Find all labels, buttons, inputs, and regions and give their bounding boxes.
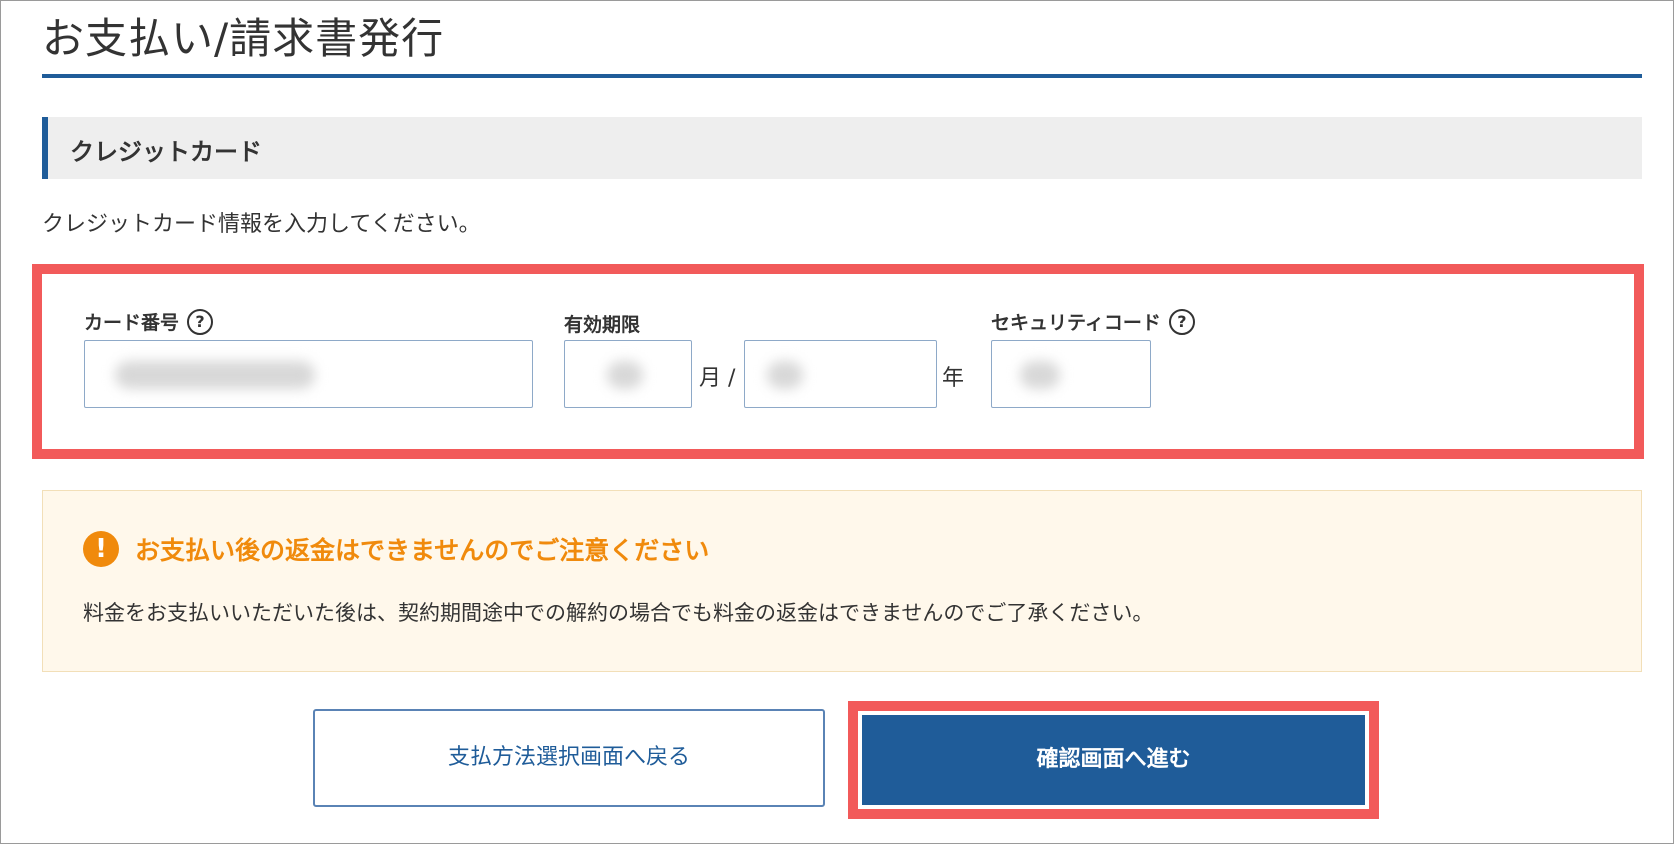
redacted-value: [607, 361, 643, 389]
security-code-input[interactable]: [991, 340, 1151, 408]
back-button[interactable]: 支払方法選択画面へ戻る: [313, 709, 825, 807]
redacted-value: [115, 361, 315, 389]
redacted-value: [767, 361, 803, 389]
card-number-input[interactable]: [84, 340, 533, 408]
security-code-label: セキュリティコード ?: [991, 308, 1195, 335]
month-unit: 月 /: [699, 366, 736, 391]
redacted-value: [1020, 361, 1060, 389]
expiry-label-text: 有効期限: [564, 314, 641, 336]
title-divider: [42, 74, 1642, 78]
section-heading-label: クレジットカード: [70, 138, 262, 166]
section-heading: クレジットカード: [42, 117, 1642, 179]
help-icon[interactable]: ?: [1168, 308, 1195, 335]
notice-title: お支払い後の返金はできませんのでご注意ください: [135, 536, 710, 565]
page-title: お支払い/請求書発行: [42, 14, 445, 63]
expiry-label: 有効期限: [564, 310, 640, 337]
card-number-label: カード番号 ?: [84, 308, 214, 335]
page-frame: お支払い/請求書発行 クレジットカード クレジットカード情報を入力してください。…: [0, 0, 1674, 844]
next-button[interactable]: 確認画面へ進む: [862, 715, 1365, 805]
security-code-label-text: セキュリティコード: [991, 312, 1161, 334]
expiry-year-input[interactable]: [744, 340, 937, 408]
warning-icon: !: [83, 531, 119, 567]
intro-text: クレジットカード情報を入力してください。: [42, 212, 481, 237]
card-number-label-text: カード番号: [84, 312, 180, 334]
help-icon[interactable]: ?: [187, 308, 214, 335]
refund-notice: ! お支払い後の返金はできませんのでご注意ください 料金をお支払いいただいた後は…: [42, 490, 1642, 672]
year-unit: 年: [942, 366, 965, 391]
notice-body: 料金をお支払いいただいた後は、契約期間途中での解約の場合でも料金の返金はできませ…: [83, 601, 1154, 625]
expiry-month-input[interactable]: [564, 340, 692, 408]
